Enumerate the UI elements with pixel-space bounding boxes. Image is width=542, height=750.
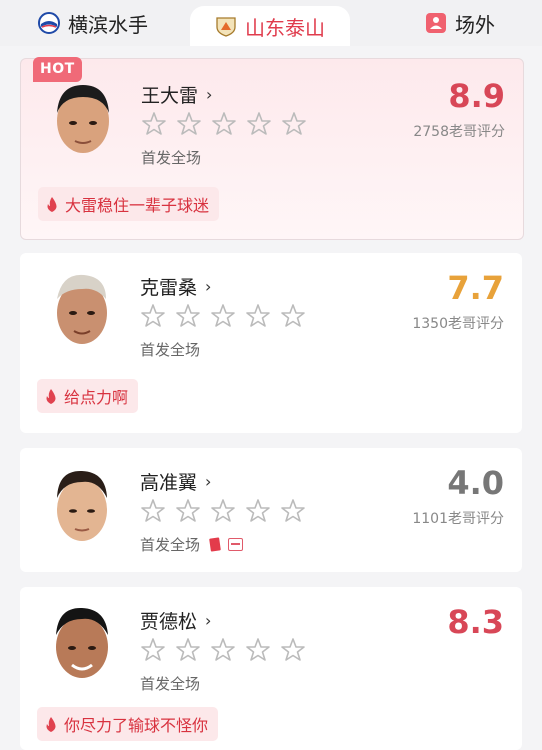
hot-comment[interactable]: 给点力啊 bbox=[37, 379, 139, 413]
substitution-icon bbox=[228, 538, 244, 551]
star-icon[interactable] bbox=[141, 111, 167, 137]
player-score: 4.0 bbox=[447, 464, 504, 502]
player-card[interactable]: 克雷桑 › 首发全场 7.7 1350老哥评分 给点力啊 bbox=[20, 253, 522, 433]
chevron-right-icon: › bbox=[205, 277, 212, 296]
taishan-badge-icon bbox=[215, 15, 237, 37]
star-icon[interactable] bbox=[175, 303, 201, 329]
player-avatar bbox=[48, 466, 116, 546]
flame-icon bbox=[46, 388, 56, 404]
tab-taishan[interactable]: 山东泰山 bbox=[190, 6, 350, 46]
star-icon[interactable] bbox=[175, 498, 201, 524]
player-status: 首发全场 bbox=[140, 673, 200, 694]
player-status: 首发全场 bbox=[141, 147, 201, 168]
player-name[interactable]: 克雷桑 › bbox=[140, 273, 211, 300]
rating-stars[interactable] bbox=[140, 303, 306, 329]
star-icon[interactable] bbox=[280, 303, 306, 329]
player-score: 8.3 bbox=[447, 603, 504, 641]
hot-comment[interactable]: 你尽力了输球不怪你 bbox=[37, 707, 219, 741]
team-tabs: 横滨水手 山东泰山 场外 bbox=[0, 0, 542, 46]
chevron-right-icon: › bbox=[205, 472, 212, 491]
player-card[interactable]: 高准翼 › 首发全场 4.0 1101老哥评分 bbox=[20, 448, 522, 572]
tab-label: 山东泰山 bbox=[245, 15, 325, 40]
comment-text: 大雷稳住一辈子球迷 bbox=[65, 196, 210, 215]
chevron-right-icon: › bbox=[205, 611, 212, 630]
tab-yokohama[interactable]: 横滨水手 bbox=[28, 0, 158, 46]
star-icon[interactable] bbox=[246, 111, 272, 137]
player-name[interactable]: 高准翼 › bbox=[140, 468, 211, 495]
player-card[interactable]: 贾德松 › 首发全场 8.3 你尽力了输球不怪你 bbox=[20, 587, 522, 750]
chevron-right-icon: › bbox=[206, 85, 213, 104]
player-name[interactable]: 贾德松 › bbox=[140, 607, 211, 634]
star-icon[interactable] bbox=[140, 303, 166, 329]
player-avatar bbox=[48, 603, 116, 683]
red-card-icon bbox=[209, 537, 221, 552]
rater-count: 1350老哥评分 bbox=[412, 316, 504, 332]
status-text: 首发全场 bbox=[140, 675, 201, 693]
tab-offfield[interactable]: 场外 bbox=[410, 0, 510, 46]
comment-text: 给点力啊 bbox=[64, 388, 129, 407]
player-name-text: 高准翼 bbox=[140, 472, 198, 494]
star-icon[interactable] bbox=[175, 637, 201, 663]
flame-icon bbox=[47, 196, 57, 212]
tab-label: 横滨水手 bbox=[68, 12, 148, 37]
tab-label: 场外 bbox=[455, 12, 495, 37]
star-icon[interactable] bbox=[211, 111, 237, 137]
flame-icon bbox=[46, 716, 56, 732]
player-name[interactable]: 王大雷 › bbox=[141, 81, 212, 108]
star-icon[interactable] bbox=[245, 303, 271, 329]
status-text: 首发全场 bbox=[140, 536, 201, 554]
star-icon[interactable] bbox=[210, 498, 236, 524]
star-icon[interactable] bbox=[281, 111, 307, 137]
fan-icon bbox=[425, 12, 447, 34]
star-icon[interactable] bbox=[176, 111, 202, 137]
hot-comment[interactable]: 大雷稳住一辈子球迷 bbox=[38, 187, 220, 221]
rater-count: 1101老哥评分 bbox=[412, 511, 504, 527]
player-name-text: 贾德松 bbox=[140, 611, 198, 633]
player-score: 7.7 bbox=[447, 269, 504, 307]
rating-stars[interactable] bbox=[140, 637, 306, 663]
star-icon[interactable] bbox=[210, 637, 236, 663]
star-icon[interactable] bbox=[280, 637, 306, 663]
status-text: 首发全场 bbox=[140, 341, 201, 359]
player-name-text: 王大雷 bbox=[141, 85, 199, 107]
rater-count: 2758老哥评分 bbox=[413, 124, 505, 140]
player-status: 首发全场 bbox=[140, 339, 200, 360]
star-icon[interactable] bbox=[280, 498, 306, 524]
star-icon[interactable] bbox=[245, 637, 271, 663]
player-avatar bbox=[48, 269, 116, 349]
star-icon[interactable] bbox=[210, 303, 236, 329]
player-status: 首发全场 bbox=[140, 534, 244, 555]
star-icon[interactable] bbox=[245, 498, 271, 524]
yokohama-badge-icon bbox=[38, 12, 60, 34]
comment-text: 你尽力了输球不怪你 bbox=[64, 716, 209, 735]
rating-stars[interactable] bbox=[141, 111, 307, 137]
player-name-text: 克雷桑 bbox=[140, 277, 198, 299]
star-icon[interactable] bbox=[140, 637, 166, 663]
rating-stars[interactable] bbox=[140, 498, 306, 524]
star-icon[interactable] bbox=[140, 498, 166, 524]
player-avatar bbox=[49, 79, 117, 159]
player-card[interactable]: HOT 王大雷 › 首发全场 8.9 2758老哥评分 大雷稳住一辈子球迷 bbox=[20, 57, 524, 240]
player-score: 8.9 bbox=[448, 77, 505, 115]
status-text: 首发全场 bbox=[141, 149, 202, 167]
